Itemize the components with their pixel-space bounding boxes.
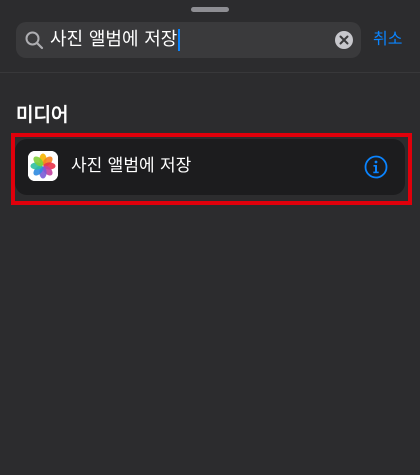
clear-x-circle-icon[interactable] xyxy=(335,31,353,49)
action-result-save-to-photo-album[interactable]: 사진 앨범에 저장 xyxy=(15,139,405,195)
text-cursor xyxy=(178,29,181,51)
action-search-sheet: 사진 앨범에 저장 취소 미디어 사진 앨범에 저장 xyxy=(0,0,420,475)
photos-app-icon xyxy=(28,151,58,181)
header-divider xyxy=(0,72,420,73)
info-circle-icon[interactable] xyxy=(364,155,388,179)
search-query-value: 사진 앨범에 저장 xyxy=(50,29,178,50)
magnifying-glass-icon xyxy=(24,30,44,50)
search-bar: 사진 앨범에 저장 취소 xyxy=(16,22,410,58)
cancel-button[interactable]: 취소 xyxy=(373,28,402,50)
action-result-label: 사진 앨범에 저장 xyxy=(71,156,192,176)
section-title-media: 미디어 xyxy=(16,104,69,126)
sheet-grabber[interactable] xyxy=(191,7,229,12)
search-input[interactable]: 사진 앨범에 저장 xyxy=(16,22,361,58)
search-query-text: 사진 앨범에 저장 xyxy=(50,29,181,51)
